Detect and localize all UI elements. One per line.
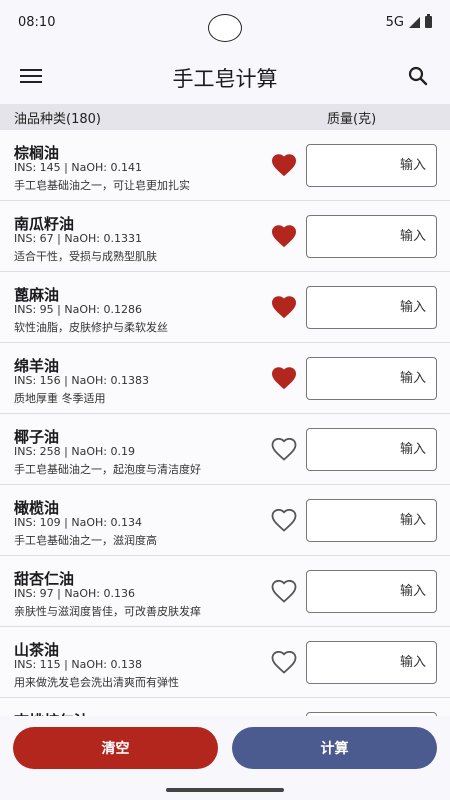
oil-description: 手工皂基础油之一，滋润度高 xyxy=(14,534,157,547)
calculate-button[interactable]: 计算 xyxy=(232,727,437,769)
heart-filled-icon[interactable] xyxy=(271,367,297,391)
status-time: 08:10 xyxy=(18,14,56,30)
mass-input[interactable] xyxy=(306,286,437,329)
status-icons: 5G xyxy=(385,14,432,30)
app-bar: 手工皂计算 xyxy=(0,50,450,102)
heart-filled-icon[interactable] xyxy=(271,296,297,320)
oil-list[interactable]: 棕榈油 INS: 145 | NaOH: 0.141 手工皂基础油之一，可让皂更加扎… xyxy=(0,130,450,716)
oil-name: 山茶油 xyxy=(14,641,60,659)
oil-row: 杏桃核仁油 xyxy=(0,698,450,716)
heart-filled-icon[interactable] xyxy=(271,225,297,249)
oil-row: 绵羊油 INS: 156 | NaOH: 0.1383 质地厚重 冬季适用 xyxy=(0,343,450,414)
heart-outline-icon[interactable] xyxy=(271,580,297,604)
clear-button[interactable]: 清空 xyxy=(13,727,218,769)
list-header: 油品种类(180) 质量(克) xyxy=(0,104,450,130)
camera-cutout xyxy=(208,14,242,42)
oil-ins-naoh: INS: 115 | NaOH: 0.138 xyxy=(14,658,142,671)
battery-icon xyxy=(425,14,432,28)
oil-name: 蓖麻油 xyxy=(14,286,60,304)
oil-row: 南瓜籽油 INS: 67 | NaOH: 0.1331 适合干性，受损与成熟型肌肤 xyxy=(0,201,450,272)
oil-ins-naoh: INS: 258 | NaOH: 0.19 xyxy=(14,445,135,458)
mass-input[interactable] xyxy=(306,499,437,542)
oil-ins-naoh: INS: 67 | NaOH: 0.1331 xyxy=(14,232,142,245)
app-screen: 08:10 5G 手工皂计算 油品种类(180) 质量(克) 棕榈油 INS: 1… xyxy=(0,0,450,800)
oil-description: 亲肤性与滋润度皆佳，可改善皮肤发痒 xyxy=(14,605,201,618)
mass-input[interactable] xyxy=(306,641,437,684)
oil-name: 甜杏仁油 xyxy=(14,570,75,588)
oil-description: 适合干性，受损与成熟型肌肤 xyxy=(14,250,157,263)
home-indicator[interactable] xyxy=(166,788,284,792)
oil-row: 蓖麻油 INS: 95 | NaOH: 0.1286 软性油脂，皮肤修护与柔软发丝 xyxy=(0,272,450,343)
oil-name: 橄榄油 xyxy=(14,499,60,517)
oil-ins-naoh: INS: 109 | NaOH: 0.134 xyxy=(14,516,142,529)
oil-description: 用来做洗发皂会洗出清爽而有弹性 xyxy=(14,676,179,689)
oil-name: 绵羊油 xyxy=(14,357,60,375)
search-icon[interactable] xyxy=(406,64,430,88)
oil-name: 南瓜籽油 xyxy=(14,215,75,233)
oil-ins-naoh: INS: 95 | NaOH: 0.1286 xyxy=(14,303,142,316)
heart-outline-icon[interactable] xyxy=(271,509,297,533)
oil-row: 橄榄油 INS: 109 | NaOH: 0.134 手工皂基础油之一，滋润度高 xyxy=(0,485,450,556)
mass-header: 质量(克) xyxy=(327,111,377,127)
oil-ins-naoh: INS: 97 | NaOH: 0.136 xyxy=(14,587,135,600)
oil-row: 山茶油 INS: 115 | NaOH: 0.138 用来做洗发皂会洗出清爽而有弹性 xyxy=(0,627,450,698)
oil-row: 椰子油 INS: 258 | NaOH: 0.19 手工皂基础油之一，起泡度与清洁度… xyxy=(0,414,450,485)
mass-input[interactable] xyxy=(306,428,437,471)
signal-icon xyxy=(409,16,420,28)
oil-description: 手工皂基础油之一，起泡度与清洁度好 xyxy=(14,463,201,476)
oil-name: 椰子油 xyxy=(14,428,60,446)
oil-count-header: 油品种类(180) xyxy=(14,111,101,127)
heart-outline-icon[interactable] xyxy=(271,438,297,462)
oil-ins-naoh: INS: 145 | NaOH: 0.141 xyxy=(14,161,142,174)
heart-filled-icon[interactable] xyxy=(271,154,297,178)
oil-description: 手工皂基础油之一，可让皂更加扎实 xyxy=(14,179,190,192)
heart-outline-icon[interactable] xyxy=(271,651,297,675)
oil-description: 质地厚重 冬季适用 xyxy=(14,392,106,405)
mass-input[interactable] xyxy=(306,215,437,258)
oil-ins-naoh: INS: 156 | NaOH: 0.1383 xyxy=(14,374,149,387)
oil-description: 软性油脂，皮肤修护与柔软发丝 xyxy=(14,321,168,334)
oil-row: 甜杏仁油 INS: 97 | NaOH: 0.136 亲肤性与滋润度皆佳，可改善皮肤… xyxy=(0,556,450,627)
page-title: 手工皂计算 xyxy=(172,67,278,91)
oil-name: 棕榈油 xyxy=(14,144,60,162)
mass-input[interactable] xyxy=(306,144,437,187)
network-label: 5G xyxy=(385,14,404,30)
mass-input[interactable] xyxy=(306,570,437,613)
mass-input[interactable] xyxy=(306,357,437,400)
oil-row: 棕榈油 INS: 145 | NaOH: 0.141 手工皂基础油之一，可让皂更加扎… xyxy=(0,130,450,201)
